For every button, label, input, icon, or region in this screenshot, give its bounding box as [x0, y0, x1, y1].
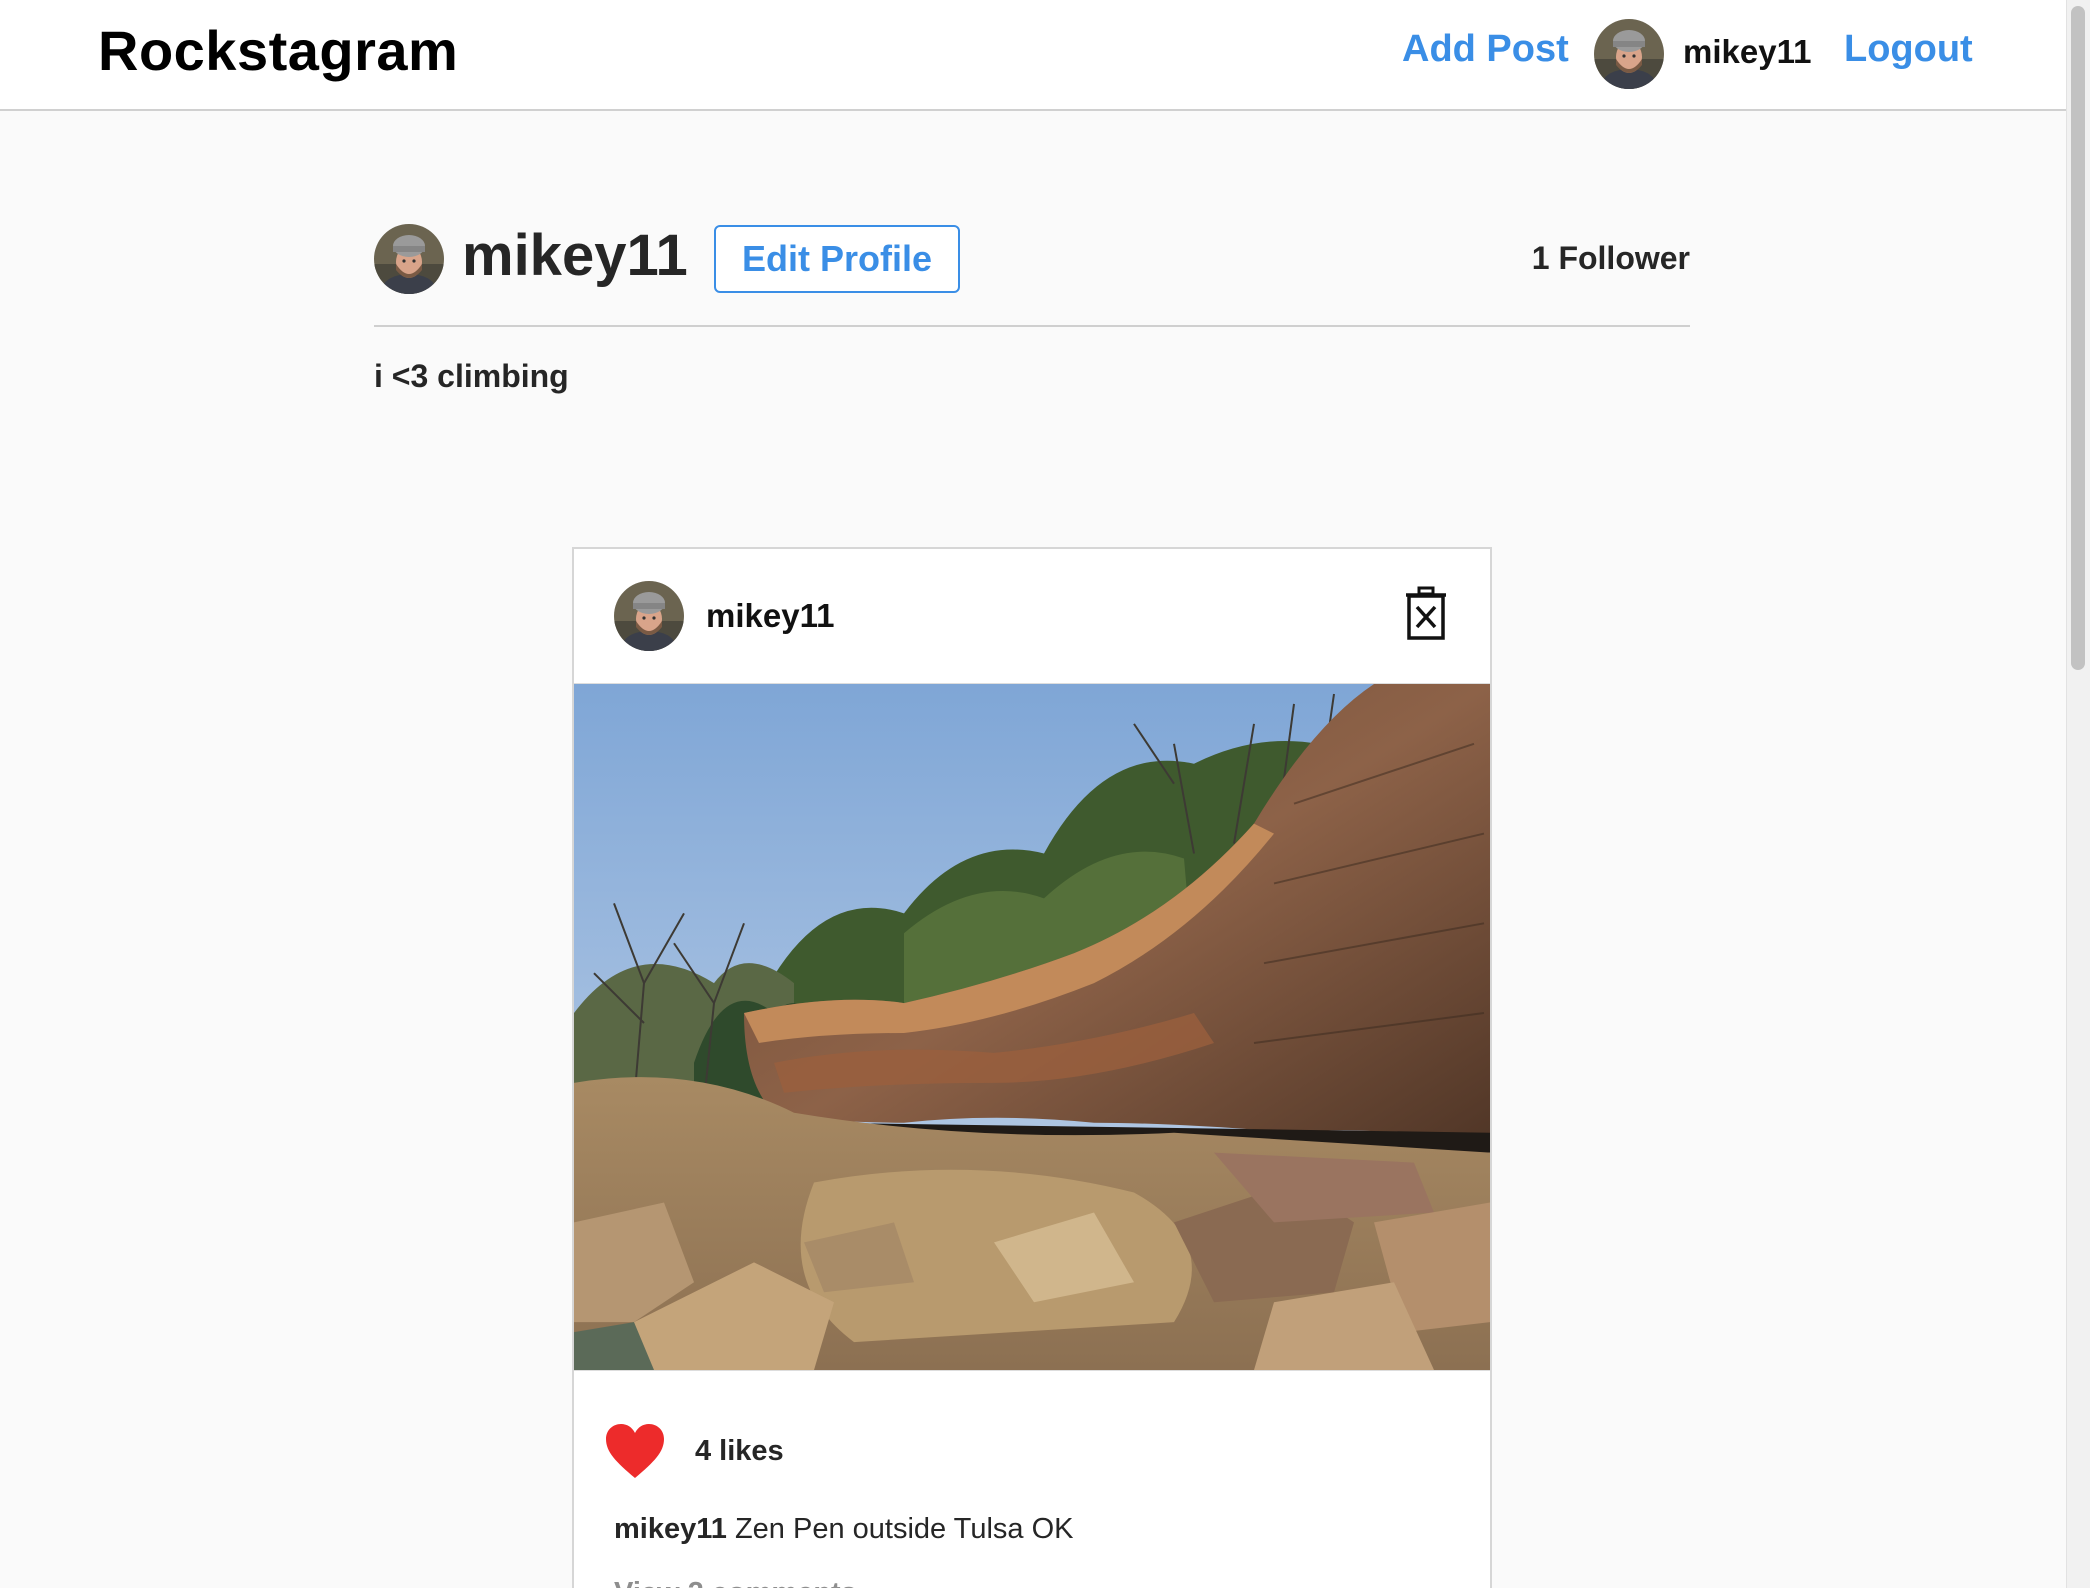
nav-avatar[interactable] [1594, 19, 1664, 89]
post-caption: mikey11 Zen Pen outside Tulsa OK [614, 1513, 1073, 1546]
profile-avatar-image [374, 224, 444, 294]
post-photo[interactable] [574, 683, 1490, 1371]
brand-logo[interactable]: Rockstagram [98, 18, 458, 83]
rock-landscape-image [574, 684, 1490, 1370]
post-avatar[interactable] [614, 581, 684, 651]
profile-divider [374, 325, 1690, 327]
logout-link[interactable]: Logout [1844, 28, 1973, 71]
caption-username[interactable]: mikey11 [614, 1513, 727, 1545]
heart-icon[interactable] [604, 1422, 666, 1480]
edit-profile-button[interactable]: Edit Profile [714, 225, 960, 293]
post-username[interactable]: mikey11 [706, 597, 834, 635]
top-navbar: Rockstagram Add Post mikey11 Logout [0, 0, 2066, 111]
nav-username[interactable]: mikey11 [1683, 33, 1811, 71]
add-post-link[interactable]: Add Post [1402, 28, 1569, 71]
profile-avatar [374, 224, 444, 294]
likes-count[interactable]: 4 likes [695, 1435, 784, 1468]
post-card: mikey11 4 likes mikey11 Zen Pen outside … [572, 547, 1492, 1588]
followers-count[interactable]: 1 Follower [1532, 240, 1690, 277]
nav-avatar-image [1594, 19, 1664, 89]
scrollbar-thumb[interactable] [2071, 6, 2085, 670]
app-viewport: Rockstagram Add Post mikey11 Logout mike… [0, 0, 2090, 1588]
post-avatar-image [614, 581, 684, 651]
caption-text: Zen Pen outside Tulsa OK [734, 1513, 1074, 1545]
view-comments-link[interactable]: View 2 comments [614, 1577, 857, 1588]
profile-username: mikey11 [462, 223, 688, 288]
profile-bio: i <3 climbing [374, 358, 569, 394]
trash-x-icon[interactable] [1404, 586, 1448, 640]
post-header: mikey11 [574, 549, 1490, 684]
